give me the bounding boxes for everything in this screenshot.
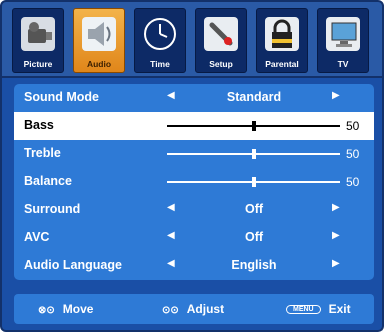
arrow-right-icon[interactable]: ▶ bbox=[332, 202, 340, 213]
tab-label: TV bbox=[337, 59, 349, 69]
tab-label: Picture bbox=[23, 59, 53, 69]
menu-item-value: 50 bbox=[346, 147, 360, 161]
tab-time[interactable]: Time bbox=[134, 8, 186, 73]
arrow-right-icon[interactable]: ▶ bbox=[332, 90, 340, 101]
arrow-left-icon[interactable]: ◀ bbox=[167, 230, 175, 241]
lock-icon bbox=[263, 15, 301, 53]
menu-item-avc[interactable]: AVC ◀ Off ▶ bbox=[14, 224, 374, 252]
menu-item-balance[interactable]: Balance 50 bbox=[14, 168, 374, 196]
tab-parental[interactable]: Parental bbox=[256, 8, 308, 73]
slider-knob[interactable] bbox=[252, 121, 256, 131]
arrow-left-icon[interactable]: ◀ bbox=[167, 258, 175, 269]
arrow-right-icon[interactable]: ▶ bbox=[332, 230, 340, 241]
tab-tv[interactable]: TV bbox=[317, 8, 369, 73]
help-adjust: ⊙⊙ Adjust bbox=[162, 302, 224, 316]
camcorder-icon bbox=[19, 15, 57, 53]
arrow-left-icon[interactable]: ◀ bbox=[167, 90, 175, 101]
help-adjust-label: Adjust bbox=[186, 302, 225, 316]
help-exit-label: Exit bbox=[328, 302, 351, 316]
slider-knob[interactable] bbox=[252, 149, 256, 159]
menu-item-label: Surround bbox=[24, 202, 81, 216]
tab-label: Parental bbox=[265, 59, 299, 69]
tab-setup[interactable]: Setup bbox=[195, 8, 247, 73]
help-move: ⊗⊙ Move bbox=[38, 302, 93, 316]
help-move-label: Move bbox=[62, 302, 94, 316]
menu-item-label: Treble bbox=[24, 146, 61, 160]
tab-picture[interactable]: Picture bbox=[12, 8, 64, 73]
menu-item-sound-mode[interactable]: Sound Mode ◀ Standard ▶ bbox=[14, 84, 374, 112]
menu-item-label: Balance bbox=[24, 174, 72, 188]
menu-item-label: AVC bbox=[24, 230, 50, 244]
left-right-keys-icon: ⊙⊙ bbox=[162, 305, 179, 316]
tab-label: Audio bbox=[86, 59, 112, 69]
up-down-keys-icon: ⊗⊙ bbox=[38, 305, 55, 316]
arrow-right-icon[interactable]: ▶ bbox=[332, 258, 340, 269]
bass-slider[interactable] bbox=[167, 121, 340, 131]
treble-slider[interactable] bbox=[167, 149, 340, 159]
tab-label: Time bbox=[150, 59, 170, 69]
slider-knob[interactable] bbox=[252, 177, 256, 187]
menu-item-label: Bass bbox=[24, 118, 54, 132]
arrow-left-icon[interactable]: ◀ bbox=[167, 202, 175, 213]
help-bar-inner: ⊗⊙ Move ⊙⊙ Adjust MENU Exit bbox=[14, 294, 374, 324]
menu-item-value: 50 bbox=[346, 119, 360, 133]
menu-item-treble[interactable]: Treble 50 bbox=[14, 140, 374, 168]
menu-item-surround[interactable]: Surround ◀ Off ▶ bbox=[14, 196, 374, 224]
help-exit: MENU Exit bbox=[286, 302, 351, 316]
menu-list: Sound Mode ◀ Standard ▶ Bass 50 Treble 5… bbox=[14, 84, 374, 280]
speaker-icon bbox=[80, 15, 118, 53]
wrench-icon bbox=[202, 15, 240, 53]
menu-key-icon: MENU bbox=[286, 305, 321, 314]
menu-item-value: Standard bbox=[226, 90, 282, 104]
tab-audio[interactable]: Audio bbox=[73, 8, 125, 73]
menu-item-label: Sound Mode bbox=[24, 90, 99, 104]
menu-item-value: English bbox=[231, 258, 277, 272]
menu-item-value: Off bbox=[244, 230, 264, 244]
monitor-icon bbox=[324, 15, 362, 53]
menu-panel: Sound Mode ◀ Standard ▶ Bass 50 Treble 5… bbox=[0, 78, 384, 286]
menu-item-bass[interactable]: Bass 50 bbox=[14, 112, 374, 140]
audio-settings-osd: Picture Audio Time Setup Parental TV Sou… bbox=[0, 0, 384, 332]
menu-item-label: Audio Language bbox=[24, 258, 122, 272]
clock-icon bbox=[141, 15, 179, 53]
help-bar: ⊗⊙ Move ⊙⊙ Adjust MENU Exit bbox=[0, 286, 384, 332]
tab-label: Setup bbox=[209, 59, 233, 69]
tab-bar: Picture Audio Time Setup Parental TV bbox=[0, 0, 384, 78]
menu-item-audio-language[interactable]: Audio Language ◀ English ▶ bbox=[14, 252, 374, 280]
balance-slider[interactable] bbox=[167, 177, 340, 187]
menu-item-value: 50 bbox=[346, 175, 360, 189]
menu-item-value: Off bbox=[244, 202, 264, 216]
